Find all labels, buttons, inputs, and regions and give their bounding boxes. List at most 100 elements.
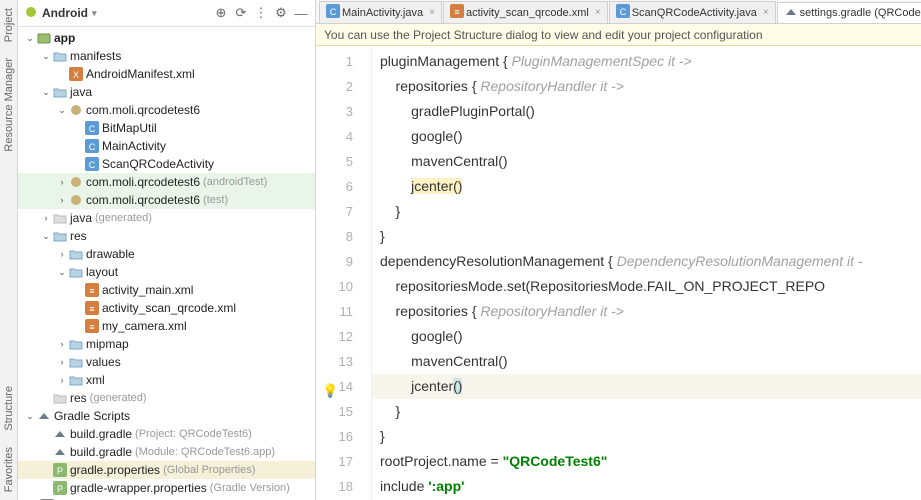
tree-item[interactable]: ⌄ app <box>18 29 315 47</box>
svg-text:P: P <box>57 466 63 476</box>
tree-item[interactable]: build.gradle(Project: QRCodeTest6) <box>18 425 315 443</box>
code-line[interactable]: } <box>372 399 921 424</box>
code-line[interactable]: gradlePluginPortal() <box>372 99 921 124</box>
rail-tab-resource[interactable]: Resource Manager <box>1 50 17 160</box>
tree-item[interactable]: ›mipmap <box>18 335 315 353</box>
svg-text:C: C <box>330 7 337 17</box>
code-line[interactable]: jcenter() <box>372 374 921 399</box>
project-view-selector[interactable]: Android▾ <box>42 6 97 20</box>
tree-label: app <box>54 31 75 45</box>
code-line[interactable]: rootProject.name = "QRCodeTest6" <box>372 449 921 474</box>
tree-twisty[interactable]: ⌄ <box>24 33 36 44</box>
tree-item[interactable]: ⌄Gradle Scripts <box>18 407 315 425</box>
editor-tab[interactable]: CScanQRCodeActivity.java× <box>609 1 776 23</box>
code-line[interactable]: mavenCentral() <box>372 349 921 374</box>
info-banner[interactable]: You can use the Project Structure dialog… <box>316 24 921 46</box>
tree-item[interactable]: ⌄layout <box>18 263 315 281</box>
code-line[interactable]: pluginManagement { PluginManagementSpec … <box>372 49 921 74</box>
code-line[interactable]: google() <box>372 324 921 349</box>
tree-label: activity_main.xml <box>102 283 193 297</box>
close-icon[interactable]: × <box>595 7 601 18</box>
rail-tab-structure[interactable]: Structure <box>1 378 17 439</box>
tree-twisty[interactable]: › <box>56 177 68 187</box>
grd-icon <box>52 445 68 459</box>
gear-icon[interactable]: ⚙ <box>273 5 289 21</box>
line-number: 16 <box>316 424 371 449</box>
tree-label: com.moli.qrcodetest6 <box>86 175 200 189</box>
tab-label: MainActivity.java <box>342 7 423 19</box>
tree-label: values <box>86 355 121 369</box>
tree-label: res <box>70 391 87 405</box>
code-line[interactable]: } <box>372 199 921 224</box>
line-number: 12 <box>316 324 371 349</box>
rail-tab-project[interactable]: Project <box>1 0 17 50</box>
code-line[interactable]: repositories { RepositoryHandler it -> <box>372 299 921 324</box>
project-tree[interactable]: ⌄app⌄manifestsXAndroidManifest.xml⌄java⌄… <box>18 27 315 500</box>
tree-item[interactable]: ›xml <box>18 371 315 389</box>
rail-tab-favorites[interactable]: Favorites <box>1 439 17 500</box>
tree-item[interactable]: ›com.moli.qrcodetest6(androidTest) <box>18 173 315 191</box>
prp-icon: P <box>52 463 68 477</box>
tree-item[interactable]: ⌄manifests <box>18 47 315 65</box>
tree-item[interactable]: Pgradle-wrapper.properties(Gradle Versio… <box>18 479 315 497</box>
tree-twisty[interactable]: › <box>56 249 68 259</box>
code-line[interactable]: include ':app' <box>372 474 921 499</box>
tree-item[interactable]: build.gradle(Module: QRCodeTest6.app) <box>18 443 315 461</box>
tree-twisty[interactable]: › <box>56 339 68 349</box>
tree-item[interactable]: ›java(generated) <box>18 209 315 227</box>
tree-twisty[interactable]: ⌄ <box>56 105 68 116</box>
line-number: 10 <box>316 274 371 299</box>
code-line[interactable]: repositoriesMode.set(RepositoriesMode.FA… <box>372 274 921 299</box>
tree-twisty[interactable]: ⌄ <box>56 267 68 278</box>
divider-icon: ⋮ <box>253 5 269 21</box>
editor-area: CMainActivity.java×≡activity_scan_qrcode… <box>316 0 921 500</box>
close-icon[interactable]: × <box>429 7 435 18</box>
tree-item[interactable]: ≡my_camera.xml <box>18 317 315 335</box>
tree-item[interactable]: ⌄res <box>18 227 315 245</box>
target-icon[interactable]: ⊕ <box>213 5 229 21</box>
tree-item[interactable]: › values <box>18 353 315 371</box>
tree-item[interactable]: CScanQRCodeActivity <box>18 155 315 173</box>
editor-tab[interactable]: ≡activity_scan_qrcode.xml× <box>443 1 608 23</box>
tree-item[interactable]: ⌄com.moli.qrcodetest6 <box>18 101 315 119</box>
svg-text:≡: ≡ <box>89 304 94 314</box>
line-number: 14💡 <box>316 374 371 399</box>
tree-item[interactable]: ≡activity_main.xml <box>18 281 315 299</box>
code-line[interactable]: google() <box>372 124 921 149</box>
code-line[interactable]: dependencyResolutionManagement { Depende… <box>372 249 921 274</box>
svg-text:C: C <box>89 142 96 152</box>
tree-item[interactable]: res(generated) <box>18 389 315 407</box>
line-gutter: 1234567891011121314💡1516171819 <box>316 46 372 500</box>
tree-twisty[interactable]: › <box>40 213 52 223</box>
tree-item[interactable]: Pgradle.properties(Global Properties) <box>18 461 315 479</box>
tree-twisty[interactable]: › <box>56 357 68 367</box>
left-tool-rail: Project Resource Manager Structure Favor… <box>0 0 18 500</box>
close-icon[interactable]: × <box>763 7 769 18</box>
android-head-icon <box>24 5 38 22</box>
tree-twisty[interactable]: › <box>56 195 68 205</box>
editor-tab[interactable]: C MainActivity.java × <box>319 1 442 23</box>
tree-twisty[interactable]: ⌄ <box>40 231 52 242</box>
tree-item[interactable]: ≡activity_scan_qrcode.xml <box>18 299 315 317</box>
tree-item[interactable]: CMainActivity <box>18 137 315 155</box>
code-line[interactable]: } <box>372 224 921 249</box>
tree-item[interactable]: › drawable <box>18 245 315 263</box>
tree-item[interactable]: ›com.moli.qrcodetest6(test) <box>18 191 315 209</box>
code-line[interactable]: repositories { RepositoryHandler it -> <box>372 74 921 99</box>
tree-twisty[interactable]: ⌄ <box>40 87 52 98</box>
code-body[interactable]: pluginManagement { PluginManagementSpec … <box>372 46 921 500</box>
tree-item[interactable]: ⌄java <box>18 83 315 101</box>
tree-label: drawable <box>86 247 135 261</box>
code-line[interactable]: jcenter() <box>372 174 921 199</box>
tree-item[interactable]: CBitMapUtil <box>18 119 315 137</box>
code-line[interactable]: mavenCentral() <box>372 149 921 174</box>
tree-label: gradle-wrapper.properties <box>70 481 207 495</box>
tree-twisty[interactable]: ⌄ <box>40 51 52 62</box>
minimize-icon[interactable]: — <box>293 5 309 21</box>
tree-twisty[interactable]: ⌄ <box>24 411 36 422</box>
reload-icon[interactable]: ⟳ <box>233 5 249 21</box>
tree-item[interactable]: XAndroidManifest.xml <box>18 65 315 83</box>
editor-tab[interactable]: settings.gradle (QRCodeTest6)× <box>777 2 921 24</box>
tree-twisty[interactable]: › <box>56 375 68 385</box>
code-line[interactable]: } <box>372 424 921 449</box>
